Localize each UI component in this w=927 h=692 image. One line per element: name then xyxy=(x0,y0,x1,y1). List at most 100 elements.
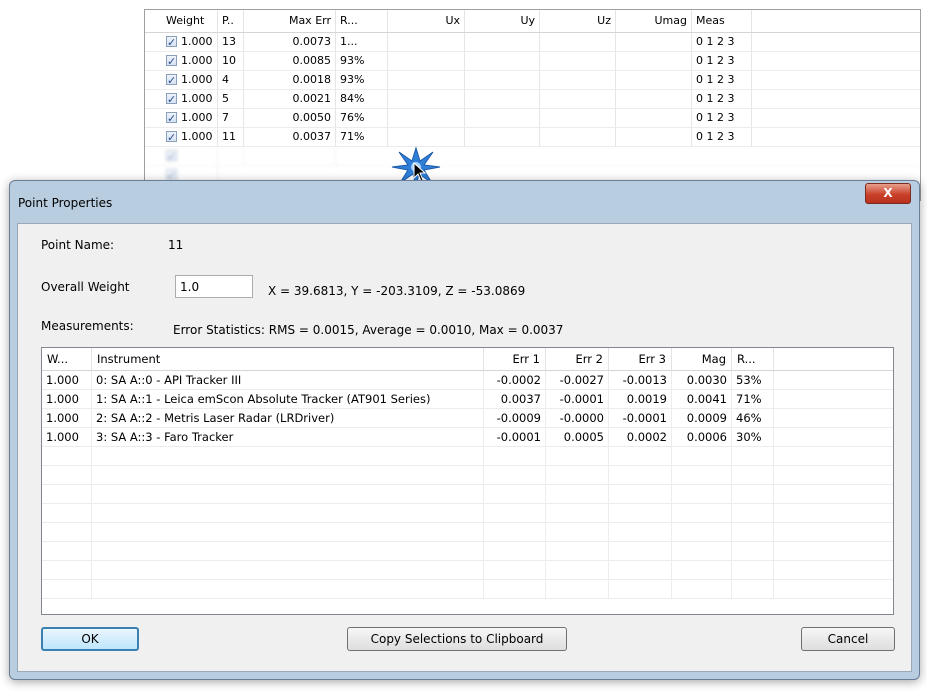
err1-cell: -0.0001 xyxy=(484,428,546,446)
err2-cell: -0.0000 xyxy=(546,409,609,427)
empty-cell xyxy=(546,466,609,484)
table-row[interactable]: 1.000 10 0.0085 93% 0 1 2 3 xyxy=(145,52,920,71)
checkbox-checked[interactable] xyxy=(166,129,177,146)
column-header-w[interactable]: W... xyxy=(42,348,92,370)
table-row[interactable]: 1.000 3: SA A::3 - Faro Tracker -0.0001 … xyxy=(42,428,893,447)
table-row[interactable]: 1.000 2: SA A::2 - Metris Laser Radar (L… xyxy=(42,409,893,428)
empty-cell xyxy=(672,466,732,484)
column-header-max-err[interactable]: Max Err xyxy=(244,10,336,32)
empty-cell xyxy=(484,523,546,541)
uy-cell xyxy=(465,52,540,70)
weight-value: 1.000 xyxy=(181,130,213,143)
empty-cell xyxy=(732,523,774,541)
column-header-instrument[interactable]: Instrument xyxy=(92,348,484,370)
empty-cell xyxy=(92,561,484,579)
column-header-uy[interactable]: Uy xyxy=(465,10,540,32)
instrument-cell: 1: SA A::1 - Leica emScon Absolute Track… xyxy=(92,390,484,408)
empty-cell xyxy=(92,504,484,522)
meas-cell: 0 1 2 3 xyxy=(692,109,752,127)
empty-cell xyxy=(609,561,672,579)
uz-cell xyxy=(540,33,616,51)
empty-cell xyxy=(732,447,774,465)
max-err-cell: 0.0037 xyxy=(244,128,336,146)
column-header-point[interactable]: P.. xyxy=(218,10,244,32)
point-cell: 5 xyxy=(218,90,244,108)
column-header-err1[interactable]: Err 1 xyxy=(484,348,546,370)
cancel-button[interactable]: Cancel xyxy=(801,627,895,651)
empty-cell xyxy=(609,447,672,465)
dialog-titlebar[interactable]: Point Properties X xyxy=(10,181,919,223)
empty-row xyxy=(42,504,893,523)
obscured-cell xyxy=(162,147,218,165)
empty-cell xyxy=(672,561,732,579)
column-header-r[interactable]: R... xyxy=(732,348,774,370)
column-header-weight[interactable]: Weight xyxy=(162,10,218,32)
row-weight-cell: 1.000 xyxy=(162,52,218,70)
empty-cell xyxy=(484,542,546,560)
column-header-r[interactable]: R... xyxy=(336,10,388,32)
empty-cell xyxy=(609,504,672,522)
empty-cell xyxy=(732,561,774,579)
measurements-label: Measurements: xyxy=(41,319,134,333)
checkbox-checked[interactable] xyxy=(166,91,177,108)
table-row[interactable]: 1.000 1: SA A::1 - Leica emScon Absolute… xyxy=(42,390,893,409)
checkbox-checked[interactable] xyxy=(166,34,177,51)
table-row[interactable]: 1.000 4 0.0018 93% 0 1 2 3 xyxy=(145,71,920,90)
empty-cell xyxy=(42,447,92,465)
empty-cell xyxy=(484,561,546,579)
copy-selections-button[interactable]: Copy Selections to Clipboard xyxy=(347,627,567,651)
overall-weight-input[interactable] xyxy=(175,275,253,298)
empty-cell xyxy=(42,542,92,560)
umag-cell xyxy=(616,33,692,51)
umag-cell xyxy=(616,109,692,127)
instrument-cell: 3: SA A::3 - Faro Tracker xyxy=(92,428,484,446)
r-cell: 30% xyxy=(732,428,774,446)
point-cell: 7 xyxy=(218,109,244,127)
ux-cell xyxy=(388,71,465,89)
mouse-pointer-icon xyxy=(413,162,427,182)
column-header-uz[interactable]: Uz xyxy=(540,10,616,32)
uy-cell xyxy=(465,33,540,51)
empty-cell xyxy=(732,504,774,522)
table-row[interactable]: 1.000 7 0.0050 76% 0 1 2 3 xyxy=(145,109,920,128)
point-name-value: 11 xyxy=(168,238,184,252)
empty-row xyxy=(42,466,893,485)
empty-cell xyxy=(609,485,672,503)
mag-cell: 0.0041 xyxy=(672,390,732,408)
err2-cell: -0.0001 xyxy=(546,390,609,408)
table-row[interactable]: 1.000 13 0.0073 1... 0 1 2 3 xyxy=(145,33,920,52)
empty-cell xyxy=(42,580,92,598)
column-header-meas[interactable]: Meas xyxy=(692,10,752,32)
column-header-ux[interactable]: Ux xyxy=(388,10,465,32)
table-row[interactable]: 1.000 11 0.0037 71% 0 1 2 3 xyxy=(145,128,920,147)
column-header-err2[interactable]: Err 2 xyxy=(546,348,609,370)
ux-cell xyxy=(388,109,465,127)
empty-cell xyxy=(732,485,774,503)
table-row[interactable]: 1.000 5 0.0021 84% 0 1 2 3 xyxy=(145,90,920,109)
checkbox-checked[interactable] xyxy=(166,72,177,89)
table-row[interactable]: 1.000 0: SA A::0 - API Tracker III -0.00… xyxy=(42,371,893,390)
uz-cell xyxy=(540,52,616,70)
w-cell: 1.000 xyxy=(42,409,92,427)
empty-cell xyxy=(672,504,732,522)
measurements-table[interactable]: W... Instrument Err 1 Err 2 Err 3 Mag R.… xyxy=(41,347,894,615)
column-header-umag[interactable]: Umag xyxy=(616,10,692,32)
r-cell: 76% xyxy=(336,109,388,127)
column-header-mag[interactable]: Mag xyxy=(672,348,732,370)
ok-button[interactable]: OK xyxy=(41,627,139,651)
weight-value: 1.000 xyxy=(181,73,213,86)
point-cell: 10 xyxy=(218,52,244,70)
close-button[interactable]: X xyxy=(865,183,911,204)
checkbox-checked[interactable] xyxy=(166,53,177,70)
meas-cell: 0 1 2 3 xyxy=(692,90,752,108)
weight-value: 1.000 xyxy=(181,92,213,105)
column-header-err3[interactable]: Err 3 xyxy=(609,348,672,370)
r-cell: 53% xyxy=(732,371,774,389)
empty-row xyxy=(42,542,893,561)
row-weight-cell: 1.000 xyxy=(162,71,218,89)
point-properties-dialog: Point Properties X Point Name: 11 Overal… xyxy=(9,180,920,680)
err2-cell: 0.0005 xyxy=(546,428,609,446)
err3-cell: -0.0001 xyxy=(609,409,672,427)
empty-cell xyxy=(42,466,92,484)
checkbox-checked[interactable] xyxy=(166,110,177,127)
